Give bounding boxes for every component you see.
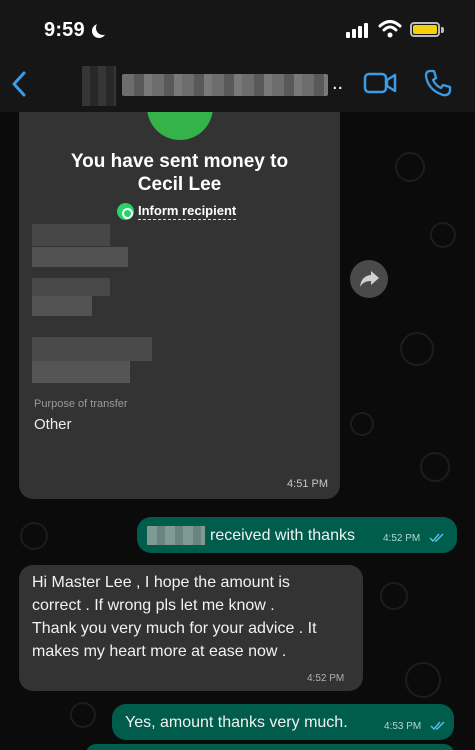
outgoing-message[interactable]: Yes, amount thanks very much. 4:53 PM xyxy=(112,704,454,740)
redacted-field xyxy=(32,337,152,361)
wallpaper-doodle xyxy=(380,582,408,610)
redacted-name xyxy=(147,526,205,545)
check-icon xyxy=(147,112,213,140)
card-title: You have sent money to Cecil Lee xyxy=(19,150,340,196)
message-time: 4:52 PM xyxy=(307,673,345,684)
whatsapp-icon xyxy=(117,202,134,220)
payment-card-bubble[interactable]: You have sent money to Cecil Lee Inform … xyxy=(19,112,340,499)
inform-recipient-link[interactable]: Inform recipient xyxy=(117,201,237,221)
contact-name[interactable] xyxy=(122,74,328,96)
message-time: 4:51 PM xyxy=(287,478,328,490)
message-text-line: Thank you very much for your advice . It xyxy=(32,620,317,637)
forward-icon xyxy=(360,271,379,287)
video-call-icon[interactable] xyxy=(363,70,397,96)
wifi-icon xyxy=(378,20,402,38)
wallpaper-doodle xyxy=(405,662,441,698)
wallpaper-doodle xyxy=(20,522,48,550)
wallpaper-doodle xyxy=(350,412,374,436)
wallpaper-doodle xyxy=(400,332,434,366)
message-time: 4:53 PM xyxy=(384,721,422,732)
back-icon[interactable] xyxy=(10,70,30,98)
wallpaper-doodle xyxy=(420,452,450,482)
moon-icon xyxy=(96,21,110,35)
incoming-message[interactable]: Hi Master Lee , I hope the amount is cor… xyxy=(19,565,363,691)
chat-area[interactable]: You have sent money to Cecil Lee Inform … xyxy=(0,112,475,750)
status-bar: 9:59 xyxy=(0,0,475,60)
wallpaper-doodle xyxy=(395,152,425,182)
purpose-value: Other xyxy=(34,416,72,433)
wallpaper-doodle xyxy=(430,222,456,248)
read-ticks-icon xyxy=(430,721,445,731)
card-title-line1: You have sent money to xyxy=(70,151,289,172)
chat-header: .. xyxy=(0,60,475,112)
outgoing-message-partial[interactable] xyxy=(86,744,454,750)
message-text-line: makes my heart more at ease now . xyxy=(32,643,287,660)
inform-recipient-label: Inform recipient xyxy=(138,202,237,220)
card-title-line2: Cecil Lee xyxy=(137,174,222,195)
signal-icon xyxy=(346,22,372,38)
wallpaper-doodle xyxy=(70,702,96,728)
message-text: Yes, amount thanks very much. xyxy=(125,714,348,731)
status-time: 9:59 xyxy=(44,19,85,41)
redacted-field xyxy=(32,278,110,296)
battery-icon xyxy=(410,22,440,37)
avatar[interactable] xyxy=(82,66,116,106)
outgoing-message[interactable]: received with thanks 4:52 PM xyxy=(137,517,457,553)
read-ticks-icon xyxy=(429,533,444,543)
battery-tip xyxy=(441,27,444,33)
message-time: 4:52 PM xyxy=(383,533,421,544)
redacted-field xyxy=(32,247,128,267)
message-text: received with thanks xyxy=(210,527,355,544)
purpose-label: Purpose of transfer xyxy=(34,398,128,410)
message-text-line: Hi Master Lee , I hope the amount is xyxy=(32,574,290,591)
phone-call-icon[interactable] xyxy=(423,68,453,98)
message-text-line: correct . If wrong pls let me know . xyxy=(32,597,275,614)
forward-button[interactable] xyxy=(350,260,388,298)
redacted-field xyxy=(32,361,130,383)
redacted-field xyxy=(32,224,110,246)
redacted-field xyxy=(32,296,92,316)
contact-name-ellipsis: .. xyxy=(332,72,344,94)
